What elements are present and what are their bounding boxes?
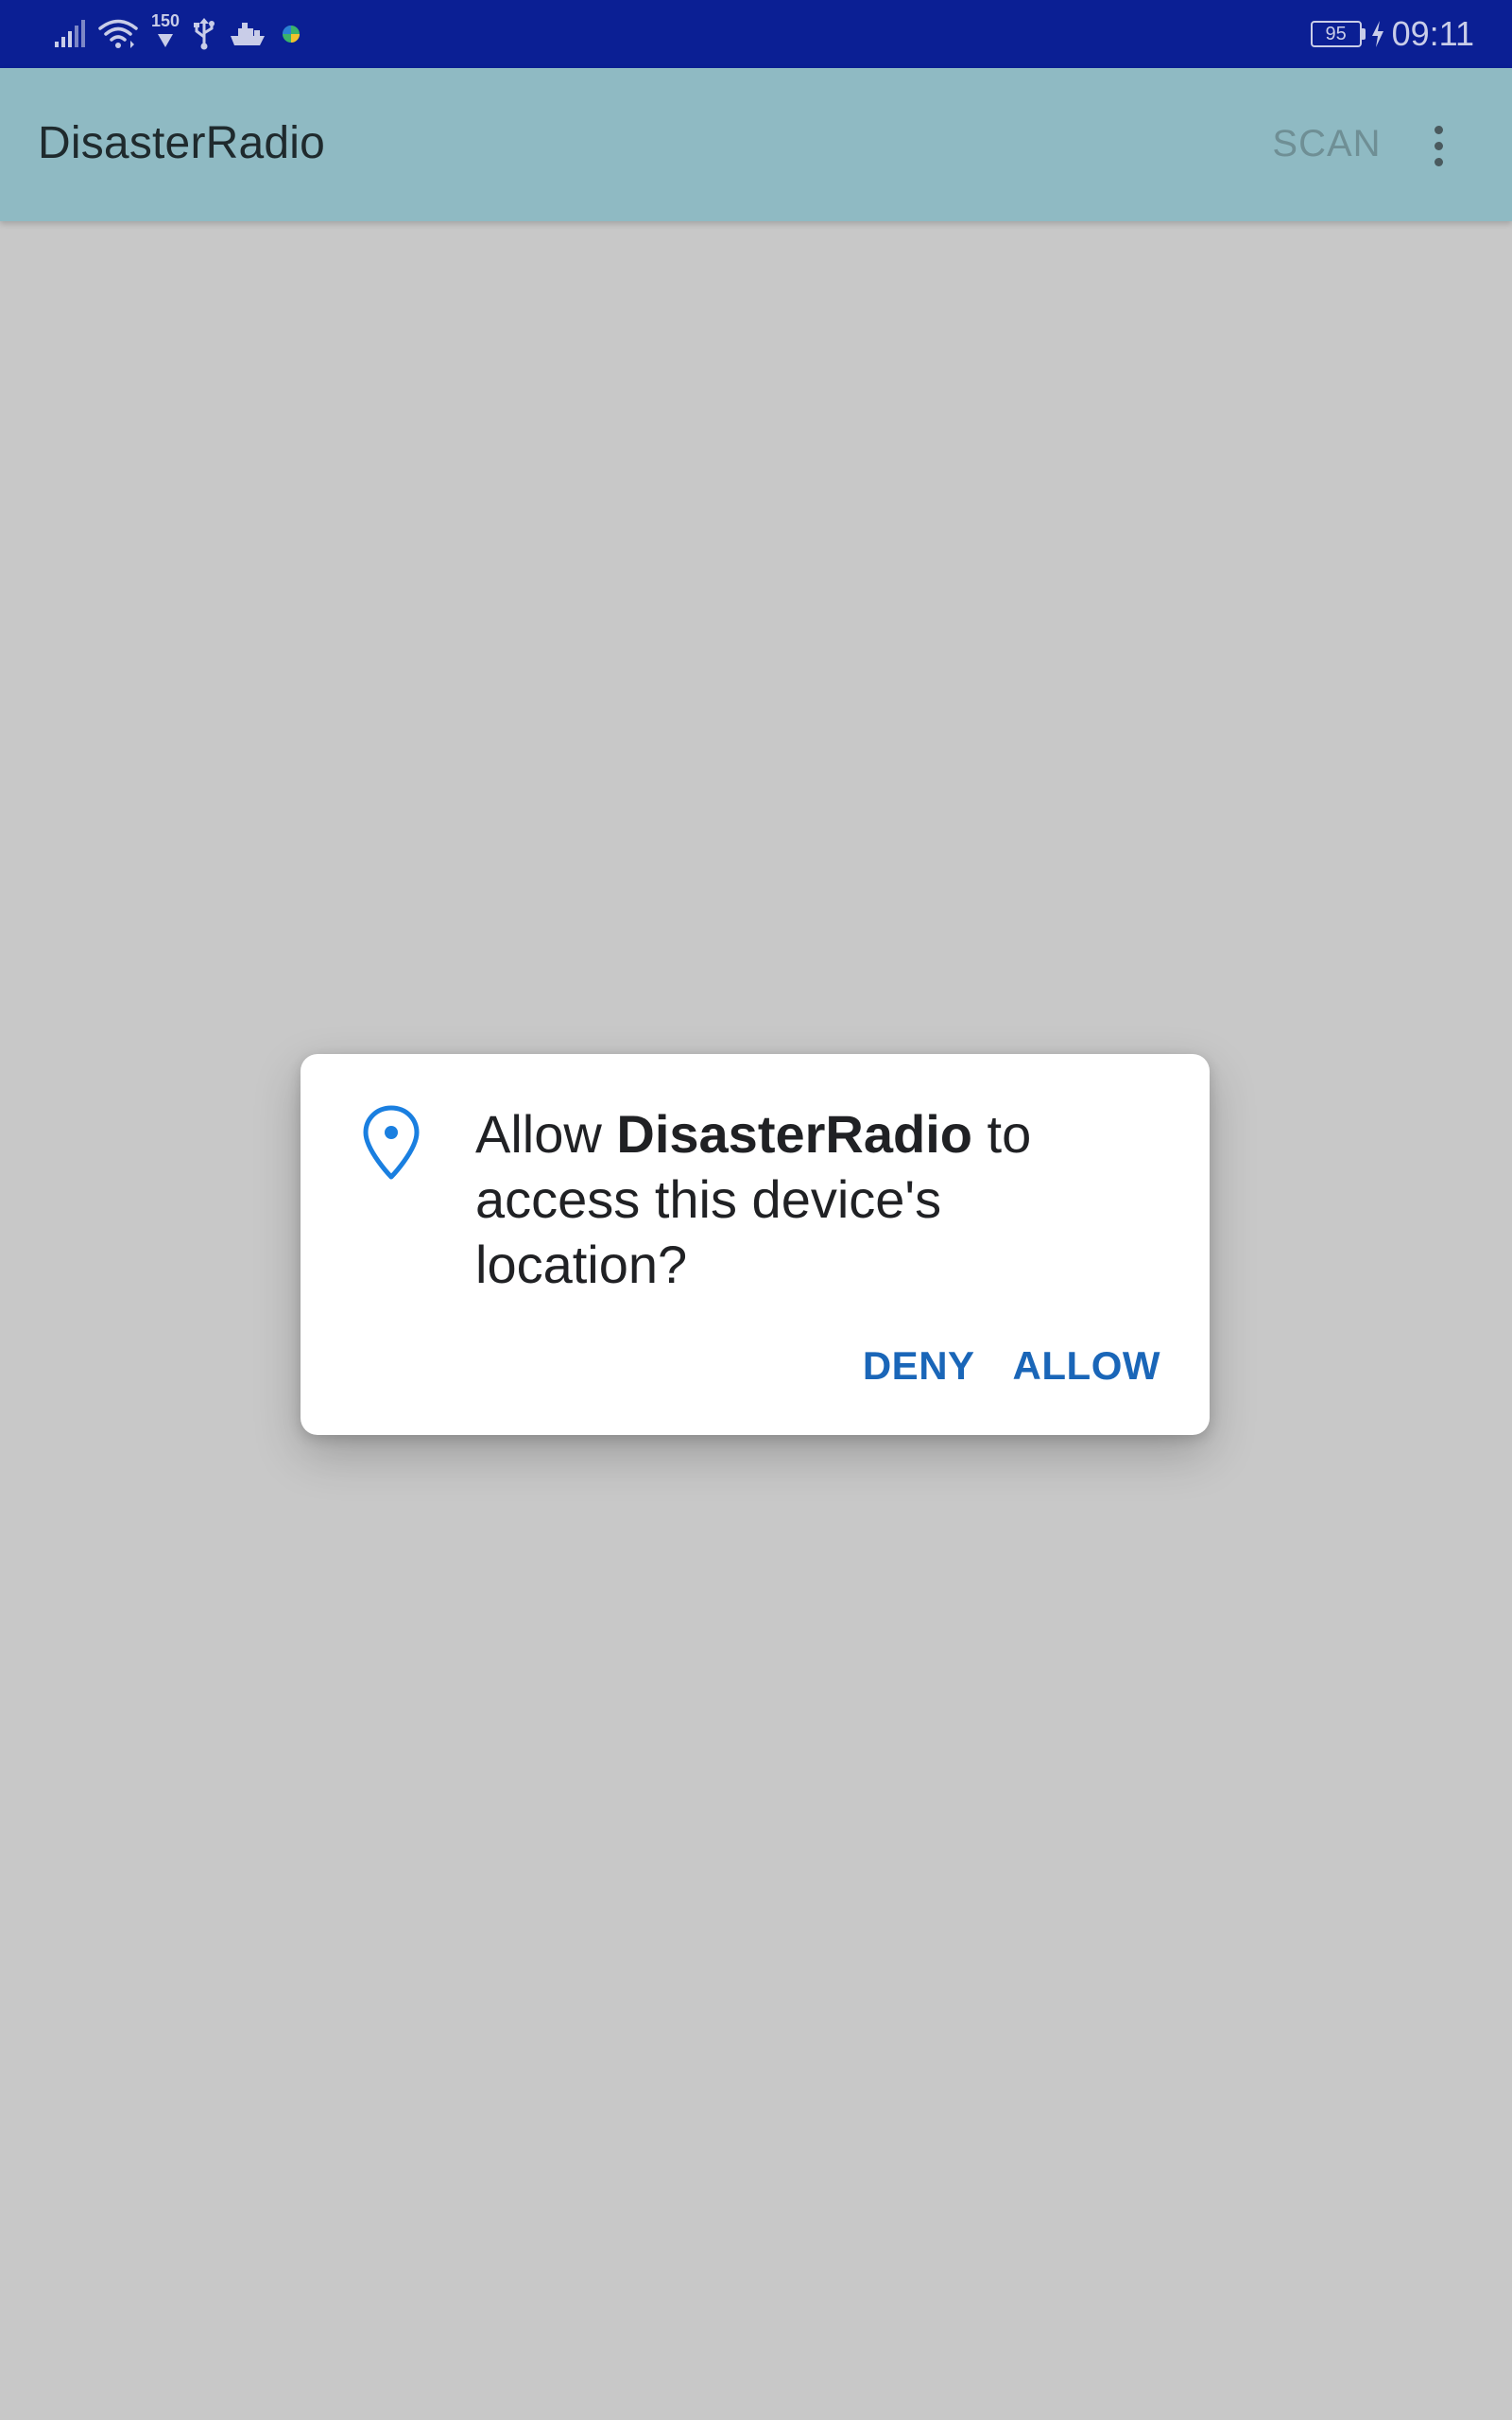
app-title: DisasterRadio: [38, 118, 326, 168]
app-bar: DisasterRadio SCAN: [0, 68, 1512, 221]
location-pin-icon: [363, 1105, 420, 1180]
menu-dot: [1434, 141, 1443, 150]
location-permission-dialog: Allow DisasterRadio to access this devic…: [301, 1054, 1210, 1435]
network-speed-value: 150: [151, 11, 180, 30]
battery-indicator: 95: [1310, 21, 1366, 47]
network-speed: 150: [151, 12, 180, 48]
usb-icon: [194, 18, 215, 50]
app-notification-icon: [283, 26, 301, 43]
wifi-icon: [98, 19, 138, 48]
dialog-actions: DENY ALLOW: [863, 1338, 1160, 1394]
status-icons-right: 95 09:11: [1310, 11, 1474, 57]
menu-dot: [1434, 157, 1443, 166]
charging-icon: [1371, 21, 1383, 47]
battery-level: 95: [1310, 21, 1362, 47]
dialog-message-prefix: Allow: [475, 1104, 617, 1164]
status-time: 09:11: [1391, 14, 1474, 53]
scan-button[interactable]: SCAN: [1247, 115, 1406, 172]
more-vert-icon[interactable]: [1418, 108, 1459, 183]
dialog-message: Allow DisasterRadio to access this devic…: [475, 1101, 1137, 1297]
ship-icon: [231, 23, 266, 45]
signal-icon: [55, 20, 85, 47]
allow-button[interactable]: ALLOW: [1013, 1343, 1160, 1389]
battery-tip: [1361, 28, 1366, 40]
status-icons-left: 150: [53, 12, 302, 55]
download-icon: [158, 34, 174, 47]
dialog-app-name: DisasterRadio: [616, 1104, 972, 1164]
menu-dot: [1434, 125, 1443, 134]
deny-button[interactable]: DENY: [863, 1343, 975, 1389]
status-bar: 150 95 09:11: [0, 0, 1512, 68]
